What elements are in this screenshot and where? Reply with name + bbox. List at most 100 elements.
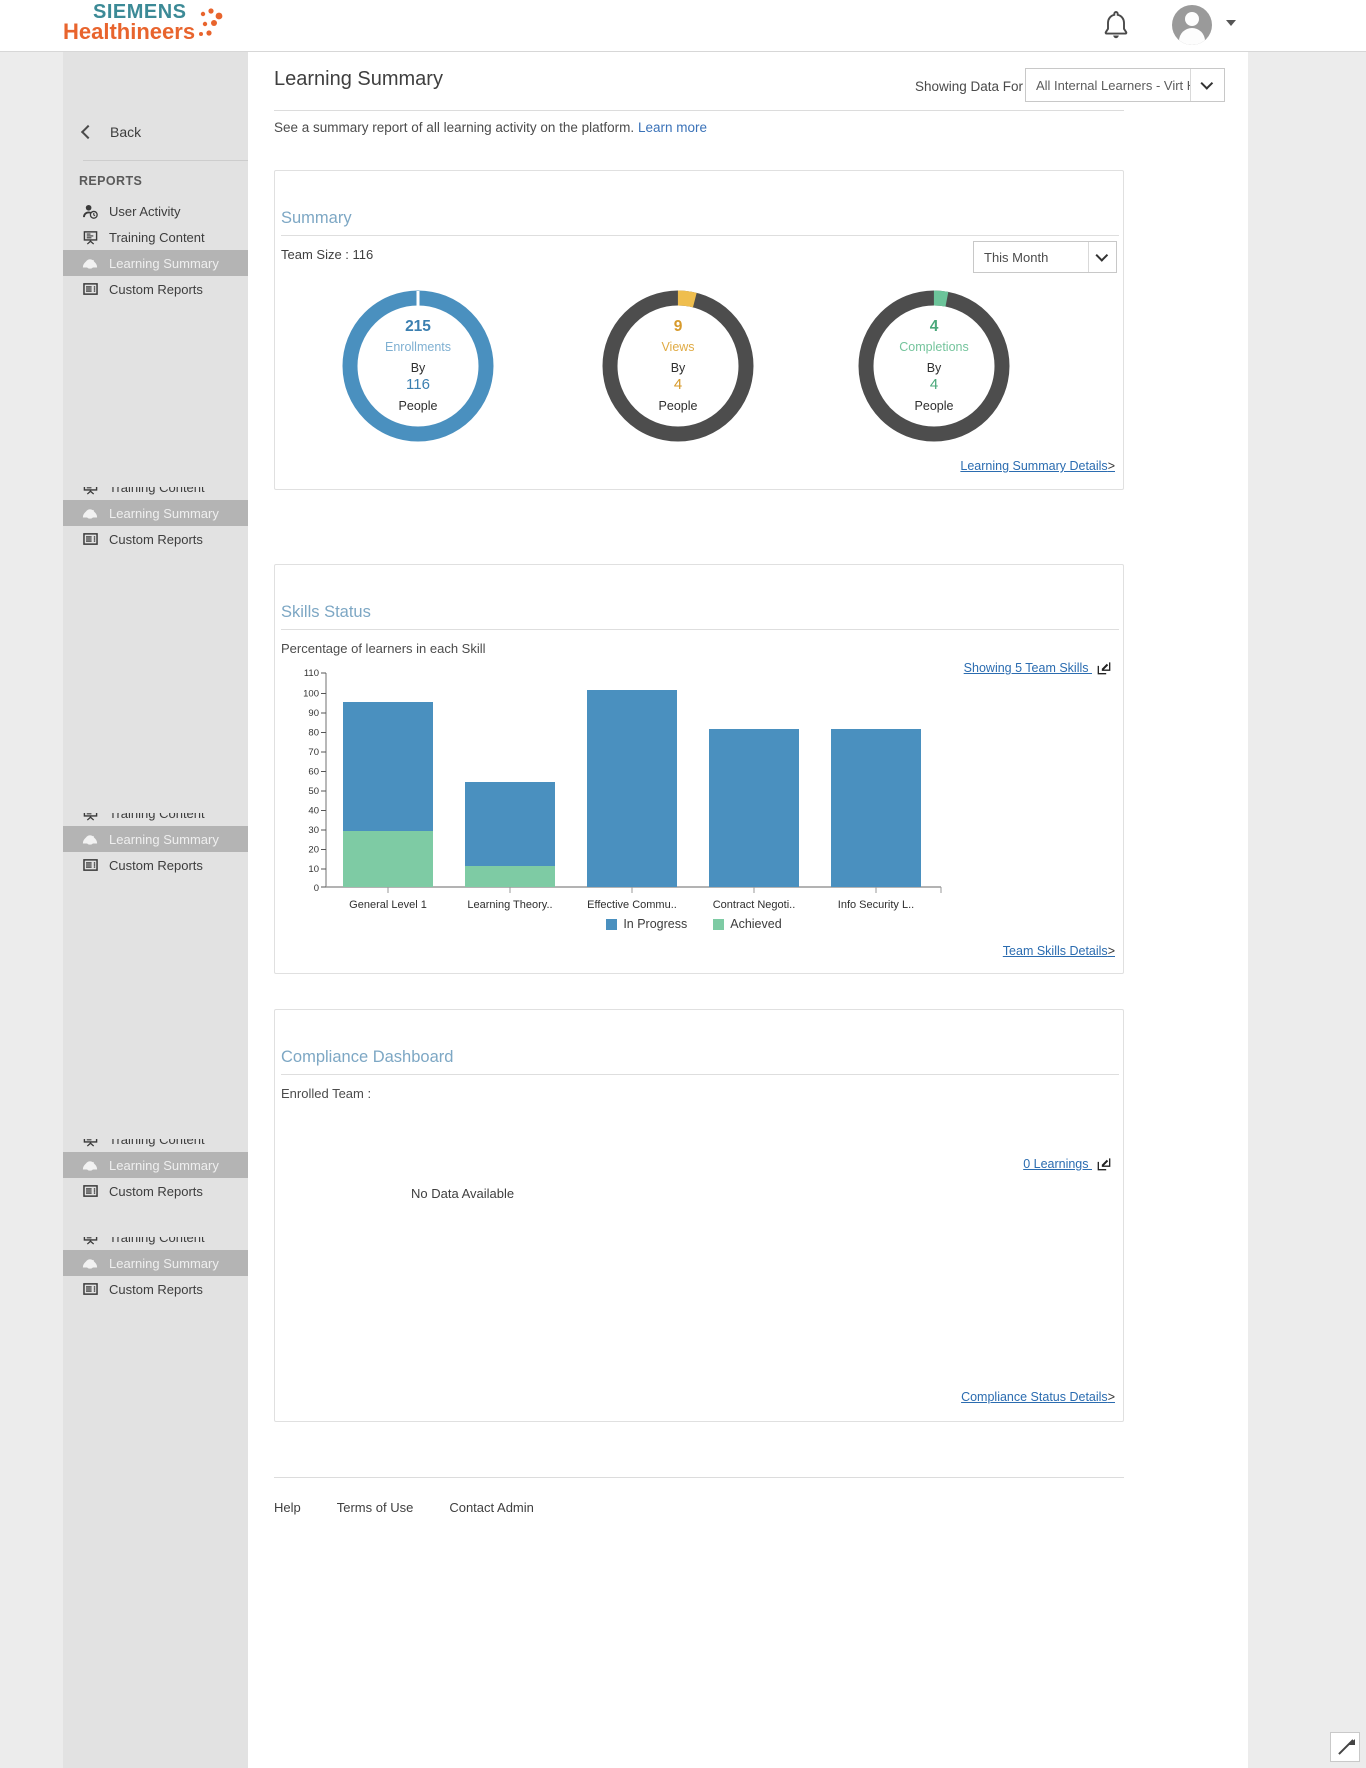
- sidebar-item-learning-summary[interactable]: Learning Summary: [63, 500, 248, 526]
- chart-legend: In Progress Achieved: [275, 917, 1113, 931]
- footer-link-contact-admin[interactable]: Contact Admin: [449, 1500, 534, 1515]
- svg-text:90: 90: [308, 708, 319, 719]
- compliance-card-divider: [281, 1074, 1119, 1075]
- team-skills-details-link[interactable]: Team Skills Details>: [1003, 944, 1115, 958]
- donut-people-label: People: [914, 399, 954, 414]
- sidebar-item-training-content[interactable]: Training Content: [63, 1237, 248, 1250]
- sidebar-item-training-content[interactable]: Training Content: [63, 487, 248, 500]
- back-button[interactable]: Back: [63, 115, 248, 149]
- sidebar-divider: [83, 160, 248, 161]
- donut-people-label: People: [658, 399, 698, 414]
- notifications-button[interactable]: [1100, 8, 1136, 44]
- page-header: Learning Summary Showing Data For All In…: [248, 52, 1248, 110]
- sidebar-item-custom-reports[interactable]: Custom Reports: [63, 852, 248, 878]
- svg-text:60: 60: [308, 767, 319, 778]
- sidebar-item-label: Training Content: [109, 1139, 205, 1147]
- footer-link-help[interactable]: Help: [274, 1500, 301, 1515]
- donut-people-count: 4: [929, 375, 939, 393]
- compliance-dashboard-card: Compliance Dashboard Enrolled Team : 0 L…: [274, 1009, 1124, 1422]
- svg-text:20: 20: [308, 845, 319, 856]
- sidebar-item-training-content[interactable]: Training Content: [63, 224, 248, 250]
- audience-select-value: All Internal Learners - Virt Hu…: [1036, 77, 1190, 93]
- donut-completions-text: 4 Completions By 4 People: [855, 287, 1013, 445]
- logo-dots-icon: [199, 8, 223, 36]
- learn-more-link[interactable]: Learn more: [638, 120, 707, 135]
- report-list-icon: [79, 532, 101, 546]
- legend-label: Achieved: [730, 917, 782, 931]
- sidebar-item-label: Learning Summary: [109, 1157, 219, 1173]
- sidebar-item-custom-reports[interactable]: Custom Reports: [63, 526, 248, 552]
- sidebar-item-label: Custom Reports: [109, 1183, 203, 1199]
- user-menu-button[interactable]: [1172, 5, 1216, 47]
- sidebar-item-label: Training Content: [109, 813, 205, 821]
- donut-completions: 4 Completions By 4 People: [855, 287, 1013, 445]
- report-list-icon: [79, 282, 101, 296]
- link-text: Team Skills Details: [1002, 944, 1108, 958]
- sidebar-item-training-content[interactable]: Training Content: [63, 813, 248, 826]
- learnings-link[interactable]: 0 Learnings: [1023, 1157, 1111, 1171]
- donut-enrollments-text: 215 Enrollments By 116 People: [339, 287, 497, 445]
- legend-swatch: [606, 918, 618, 930]
- svg-text:50: 50: [308, 786, 319, 797]
- link-text: Learning Summary Details: [960, 459, 1108, 473]
- skills-status-card: Skills Status Percentage of learners in …: [274, 564, 1124, 974]
- summary-card-divider: [281, 235, 1119, 236]
- avatar-body: [1179, 28, 1205, 45]
- speedometer-icon: [79, 832, 101, 847]
- sidebar-item-label: User Activity: [109, 203, 181, 219]
- footer-link-terms-of-use[interactable]: Terms of Use: [337, 1500, 414, 1515]
- sidebar-section-title: REPORTS: [79, 174, 143, 188]
- sidebar-item-learning-summary[interactable]: Learning Summary: [63, 1152, 248, 1178]
- sidebar-item-custom-reports[interactable]: Custom Reports: [63, 1178, 248, 1204]
- donut-people-count: 4: [673, 375, 683, 393]
- sidebar: Back REPORTS User Activity Training Cont…: [63, 52, 248, 1768]
- sidebar-nav-ghost-1: Training Content Learning Summary Custom…: [63, 487, 248, 562]
- edit-pencil-icon[interactable]: [1097, 1157, 1111, 1171]
- x-tick-label: Effective Commu..: [587, 899, 677, 911]
- footer-divider: [274, 1477, 1124, 1478]
- sidebar-item-label: Custom Reports: [109, 531, 203, 547]
- report-list-icon: [79, 1282, 101, 1296]
- svg-text:10: 10: [308, 864, 319, 875]
- svg-text:80: 80: [308, 728, 319, 739]
- sidebar-item-custom-reports[interactable]: Custom Reports: [63, 276, 248, 302]
- donut-value: 9: [673, 317, 683, 335]
- resize-handle-tip: [1349, 1739, 1355, 1745]
- period-select[interactable]: This Month: [973, 241, 1117, 273]
- presentation-board-icon: [79, 813, 101, 821]
- link-arrow: >: [1107, 459, 1115, 473]
- sidebar-item-training-content[interactable]: Training Content: [63, 1139, 248, 1152]
- donut-people-label: People: [398, 399, 438, 414]
- sidebar-item-learning-summary[interactable]: Learning Summary: [63, 826, 248, 852]
- avatar: [1172, 5, 1212, 45]
- sidebar-item-label: Training Content: [109, 1237, 205, 1245]
- compliance-status-details-link[interactable]: Compliance Status Details>: [961, 1390, 1115, 1404]
- svg-text:110: 110: [304, 668, 319, 679]
- report-list-icon: [79, 1184, 101, 1198]
- sidebar-item-learning-summary[interactable]: Learning Summary: [63, 1250, 248, 1276]
- svg-text:100: 100: [303, 689, 319, 700]
- sidebar-item-custom-reports[interactable]: Custom Reports: [63, 1276, 248, 1302]
- sidebar-nav-ghost-2: Training Content Learning Summary Custom…: [63, 813, 248, 888]
- chevron-down-icon: [1190, 69, 1224, 101]
- speedometer-icon: [79, 256, 101, 271]
- link-arrow: >: [1107, 944, 1115, 958]
- sidebar-item-label: Learning Summary: [109, 831, 219, 847]
- siemens-healthineers-logo: SIEMENS Healthineers: [63, 2, 233, 50]
- resize-handle[interactable]: [1330, 1732, 1360, 1762]
- sidebar-item-label: Custom Reports: [109, 857, 203, 873]
- skills-card-divider: [281, 629, 1119, 630]
- x-tick-label: Contract Negoti..: [713, 899, 796, 911]
- sidebar-item-user-activity[interactable]: User Activity: [63, 198, 248, 224]
- team-size-label: Team Size : 116: [281, 247, 374, 262]
- header-divider: [274, 110, 1124, 111]
- donut-by-label: By: [670, 360, 686, 375]
- svg-text:70: 70: [308, 747, 319, 758]
- chevron-down-icon[interactable]: [1226, 20, 1236, 26]
- sidebar-item-learning-summary[interactable]: Learning Summary: [63, 250, 248, 276]
- learning-summary-details-link[interactable]: Learning Summary Details>: [960, 459, 1115, 473]
- audience-select[interactable]: All Internal Learners - Virt Hu…: [1025, 68, 1225, 102]
- chevron-down-icon: [1088, 242, 1116, 272]
- summary-card-title: Summary: [281, 209, 352, 227]
- presentation-board-icon: [79, 230, 101, 245]
